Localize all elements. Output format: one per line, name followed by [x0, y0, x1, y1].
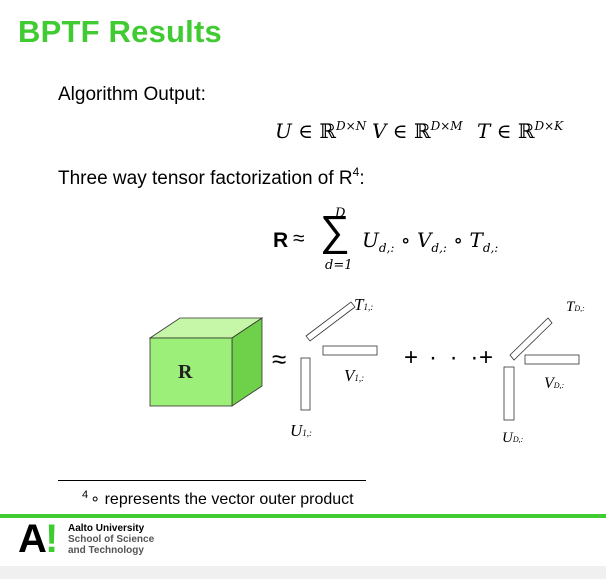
aalto-logo: A ! [18, 517, 58, 561]
label-u1: U1,: [290, 421, 313, 440]
logo-letter: A [18, 517, 47, 561]
logo-mark: ! [45, 517, 59, 561]
footnote: 4 ∘ represents the vector outer product [82, 489, 354, 508]
label-t1: T1,: [354, 295, 374, 314]
school-line-2: and Technology [68, 545, 144, 556]
cube-label: R [178, 361, 193, 383]
label-vd: VD,: [544, 375, 565, 392]
label-ud: UD,: [502, 430, 524, 446]
footer-accent-bar [0, 514, 606, 518]
bottom-strip [0, 566, 606, 579]
slide: BPTF Results Algorithm Output: U ∈ ℝD×N … [0, 0, 606, 579]
ellipsis: · · · [429, 344, 482, 371]
footnote-rule [58, 480, 366, 481]
label-v1: V1,: [344, 366, 365, 385]
last-rank-one-term [503, 317, 580, 421]
label-td: TD,: [566, 299, 585, 315]
plus-1: + [404, 344, 419, 371]
plus-2: + [479, 344, 494, 371]
school-line-1: School of Science [68, 534, 155, 545]
cube-r [148, 317, 264, 407]
university-line: Aalto University [68, 523, 145, 534]
university-name: Aalto University School of Science and T… [68, 523, 154, 556]
first-rank-one-term [300, 301, 378, 411]
diagram-approx: ≈ [272, 344, 287, 374]
